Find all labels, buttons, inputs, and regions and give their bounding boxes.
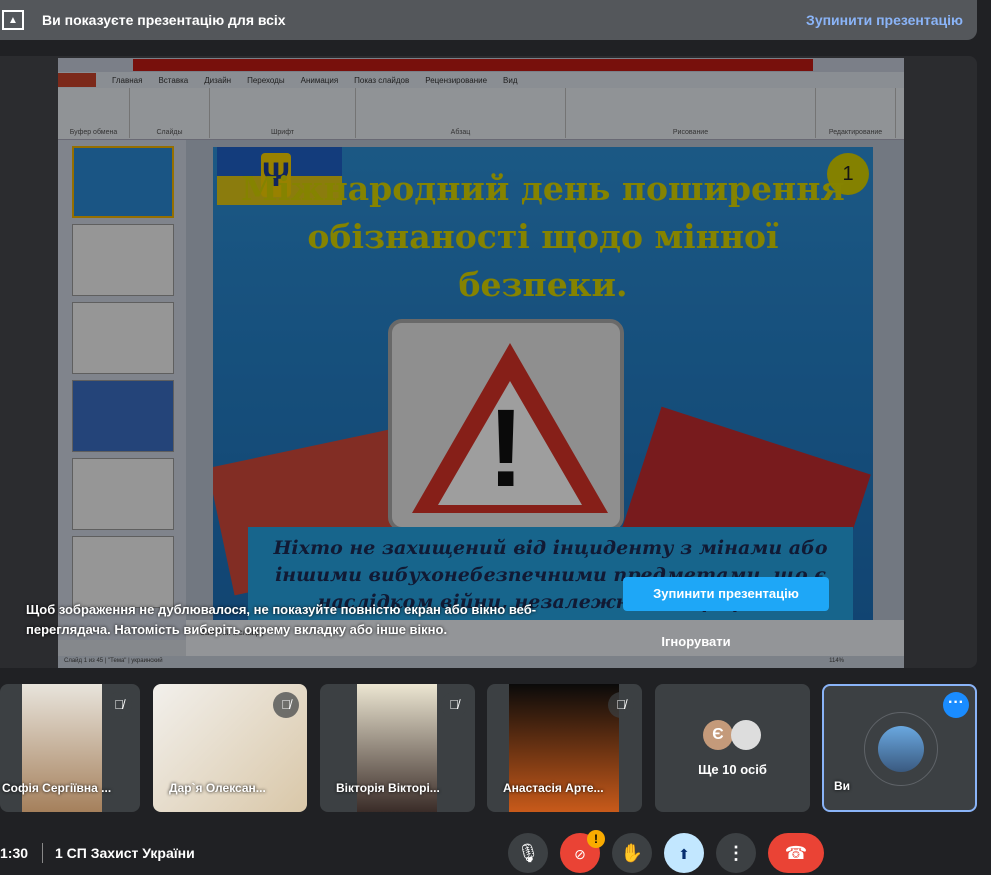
warning-badge-icon: ! [587, 830, 605, 848]
raise-hand-button[interactable]: ✋ [612, 833, 652, 873]
participant-tile[interactable]: 🎙̸ Дар`я Олексан... [153, 684, 307, 812]
participant-tile[interactable]: 🎙̸ Анастасія Арте... [487, 684, 642, 812]
participant-tile[interactable]: 🎙̸ Софія Сергіївна ... [0, 684, 140, 812]
stop-presenting-link[interactable]: Зупинити презентацію [806, 12, 963, 28]
banner-text: Ви показуєте презентацію для всіх [42, 12, 286, 28]
more-count: Ще 10 осіб [698, 762, 767, 777]
microphone-icon: 🎙 [516, 843, 540, 863]
participant-name: Вікторія Вікторі... [336, 781, 440, 795]
more-participants-tile[interactable]: Є Ще 10 осіб [655, 684, 810, 812]
presenting-banner: ▲ Ви показуєте презентацію для всіх Зупи… [0, 0, 977, 40]
self-name: Ви [834, 779, 851, 793]
present-icon: ⬆ [678, 846, 690, 862]
mirror-warning-text: Щоб зображення не дублювалося, не показу… [26, 602, 537, 637]
present-icon: ▲ [2, 10, 24, 30]
participant-name: Дар`я Олексан... [169, 781, 266, 795]
mic-off-icon: 🎙̸ [608, 692, 634, 718]
participant-tile[interactable]: 🎙̸ Вікторія Вікторі... [320, 684, 475, 812]
meeting-time: 1:30 [0, 845, 29, 861]
more-vert-icon: ⋮ [727, 843, 745, 863]
stop-presenting-button[interactable]: Зупинити презентацію [623, 577, 829, 611]
hand-icon: ✋ [620, 843, 644, 863]
self-tile[interactable]: ··· Ви [822, 684, 977, 812]
ignore-button[interactable]: Ігнорувати [623, 634, 769, 649]
participant-name: Софія Сергіївна ... [2, 781, 112, 795]
end-call-icon: ☎ [784, 843, 808, 863]
present-button[interactable]: ⬆ [664, 833, 704, 873]
participant-name: Анастасія Арте... [503, 781, 604, 795]
more-options-button[interactable]: ··· [943, 692, 969, 718]
mic-off-icon: 🎙̸ [273, 692, 299, 718]
camera-off-icon: ⊘ [574, 846, 586, 862]
avatar: Є [703, 720, 733, 750]
mic-off-icon: 🎙̸ [106, 692, 132, 718]
mic-off-icon: 🎙̸ [441, 692, 467, 718]
avatar [731, 720, 761, 750]
meeting-name: 1 СП Захист України [55, 845, 195, 861]
microphone-button[interactable]: 🎙 [508, 833, 548, 873]
avatar [878, 726, 924, 772]
leave-call-button[interactable]: ☎ [768, 833, 824, 873]
more-options-button[interactable]: ⋮ [716, 833, 756, 873]
divider [42, 843, 43, 863]
